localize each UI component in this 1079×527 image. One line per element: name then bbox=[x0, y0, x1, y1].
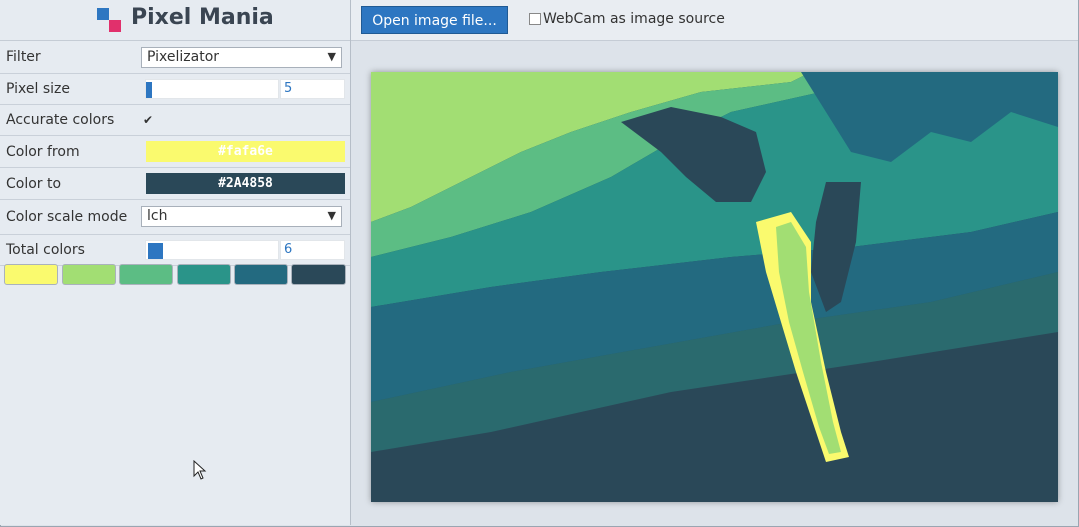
pixelized-image bbox=[371, 72, 1058, 502]
total-colors-slider[interactable] bbox=[145, 240, 279, 260]
color-to-picker[interactable]: #2A4858 bbox=[146, 173, 345, 194]
palette-swatch bbox=[4, 264, 58, 285]
palette-swatch bbox=[62, 264, 116, 285]
row-pixel-size: Pixel size 5 bbox=[0, 74, 350, 105]
pixel-size-slider[interactable] bbox=[145, 79, 279, 99]
filter-select[interactable]: Pixelizator ▼ bbox=[141, 47, 342, 68]
toolbar: Open image file... WebCam as image sourc… bbox=[351, 0, 1078, 41]
app-title: Pixel Mania bbox=[131, 5, 274, 30]
app-logo: Pixel Mania bbox=[0, 0, 350, 41]
sidebar: Pixel Mania Filter Pixelizator ▼ Pixel s… bbox=[0, 0, 351, 525]
pixel-size-label: Pixel size bbox=[6, 81, 70, 97]
open-image-button[interactable]: Open image file... bbox=[361, 6, 508, 34]
total-colors-label: Total colors bbox=[6, 242, 85, 258]
accurate-colors-checkbox[interactable]: ✔ bbox=[143, 113, 153, 127]
row-filter: Filter Pixelizator ▼ bbox=[0, 41, 350, 74]
webcam-checkbox[interactable] bbox=[529, 13, 541, 25]
chevron-down-icon: ▼ bbox=[327, 209, 336, 222]
color-scale-mode-label: Color scale mode bbox=[6, 209, 128, 225]
row-color-to: Color to #2A4858 bbox=[0, 168, 350, 200]
slider-handle[interactable] bbox=[148, 243, 163, 259]
filter-value: Pixelizator bbox=[147, 49, 220, 65]
row-color-from: Color from #fafa6e bbox=[0, 136, 350, 168]
row-accurate-colors: Accurate colors ✔ bbox=[0, 105, 350, 136]
color-to-label: Color to bbox=[6, 175, 62, 192]
pixel-size-input[interactable]: 5 bbox=[280, 79, 345, 99]
color-scale-mode-value: lch bbox=[147, 208, 168, 224]
row-total-colors: Total colors 6 bbox=[0, 235, 350, 266]
palette-swatches bbox=[4, 264, 347, 286]
row-color-scale-mode: Color scale mode lch ▼ bbox=[0, 200, 350, 235]
palette-swatch bbox=[234, 264, 288, 285]
color-from-label: Color from bbox=[6, 143, 80, 160]
slider-handle[interactable] bbox=[146, 82, 152, 98]
accurate-colors-label: Accurate colors bbox=[6, 112, 115, 128]
palette-swatch bbox=[177, 264, 231, 285]
color-scale-mode-select[interactable]: lch ▼ bbox=[141, 206, 342, 227]
logo-icon bbox=[97, 8, 125, 34]
image-canvas[interactable] bbox=[371, 72, 1058, 502]
palette-swatch bbox=[291, 264, 346, 285]
total-colors-input[interactable]: 6 bbox=[280, 240, 345, 260]
chevron-down-icon: ▼ bbox=[327, 50, 336, 63]
color-from-picker[interactable]: #fafa6e bbox=[146, 141, 345, 162]
webcam-toggle[interactable]: WebCam as image source bbox=[529, 11, 725, 27]
webcam-label: WebCam as image source bbox=[543, 11, 725, 27]
palette-swatch bbox=[119, 264, 173, 285]
mouse-cursor-icon bbox=[193, 460, 207, 480]
filter-label: Filter bbox=[6, 49, 41, 65]
